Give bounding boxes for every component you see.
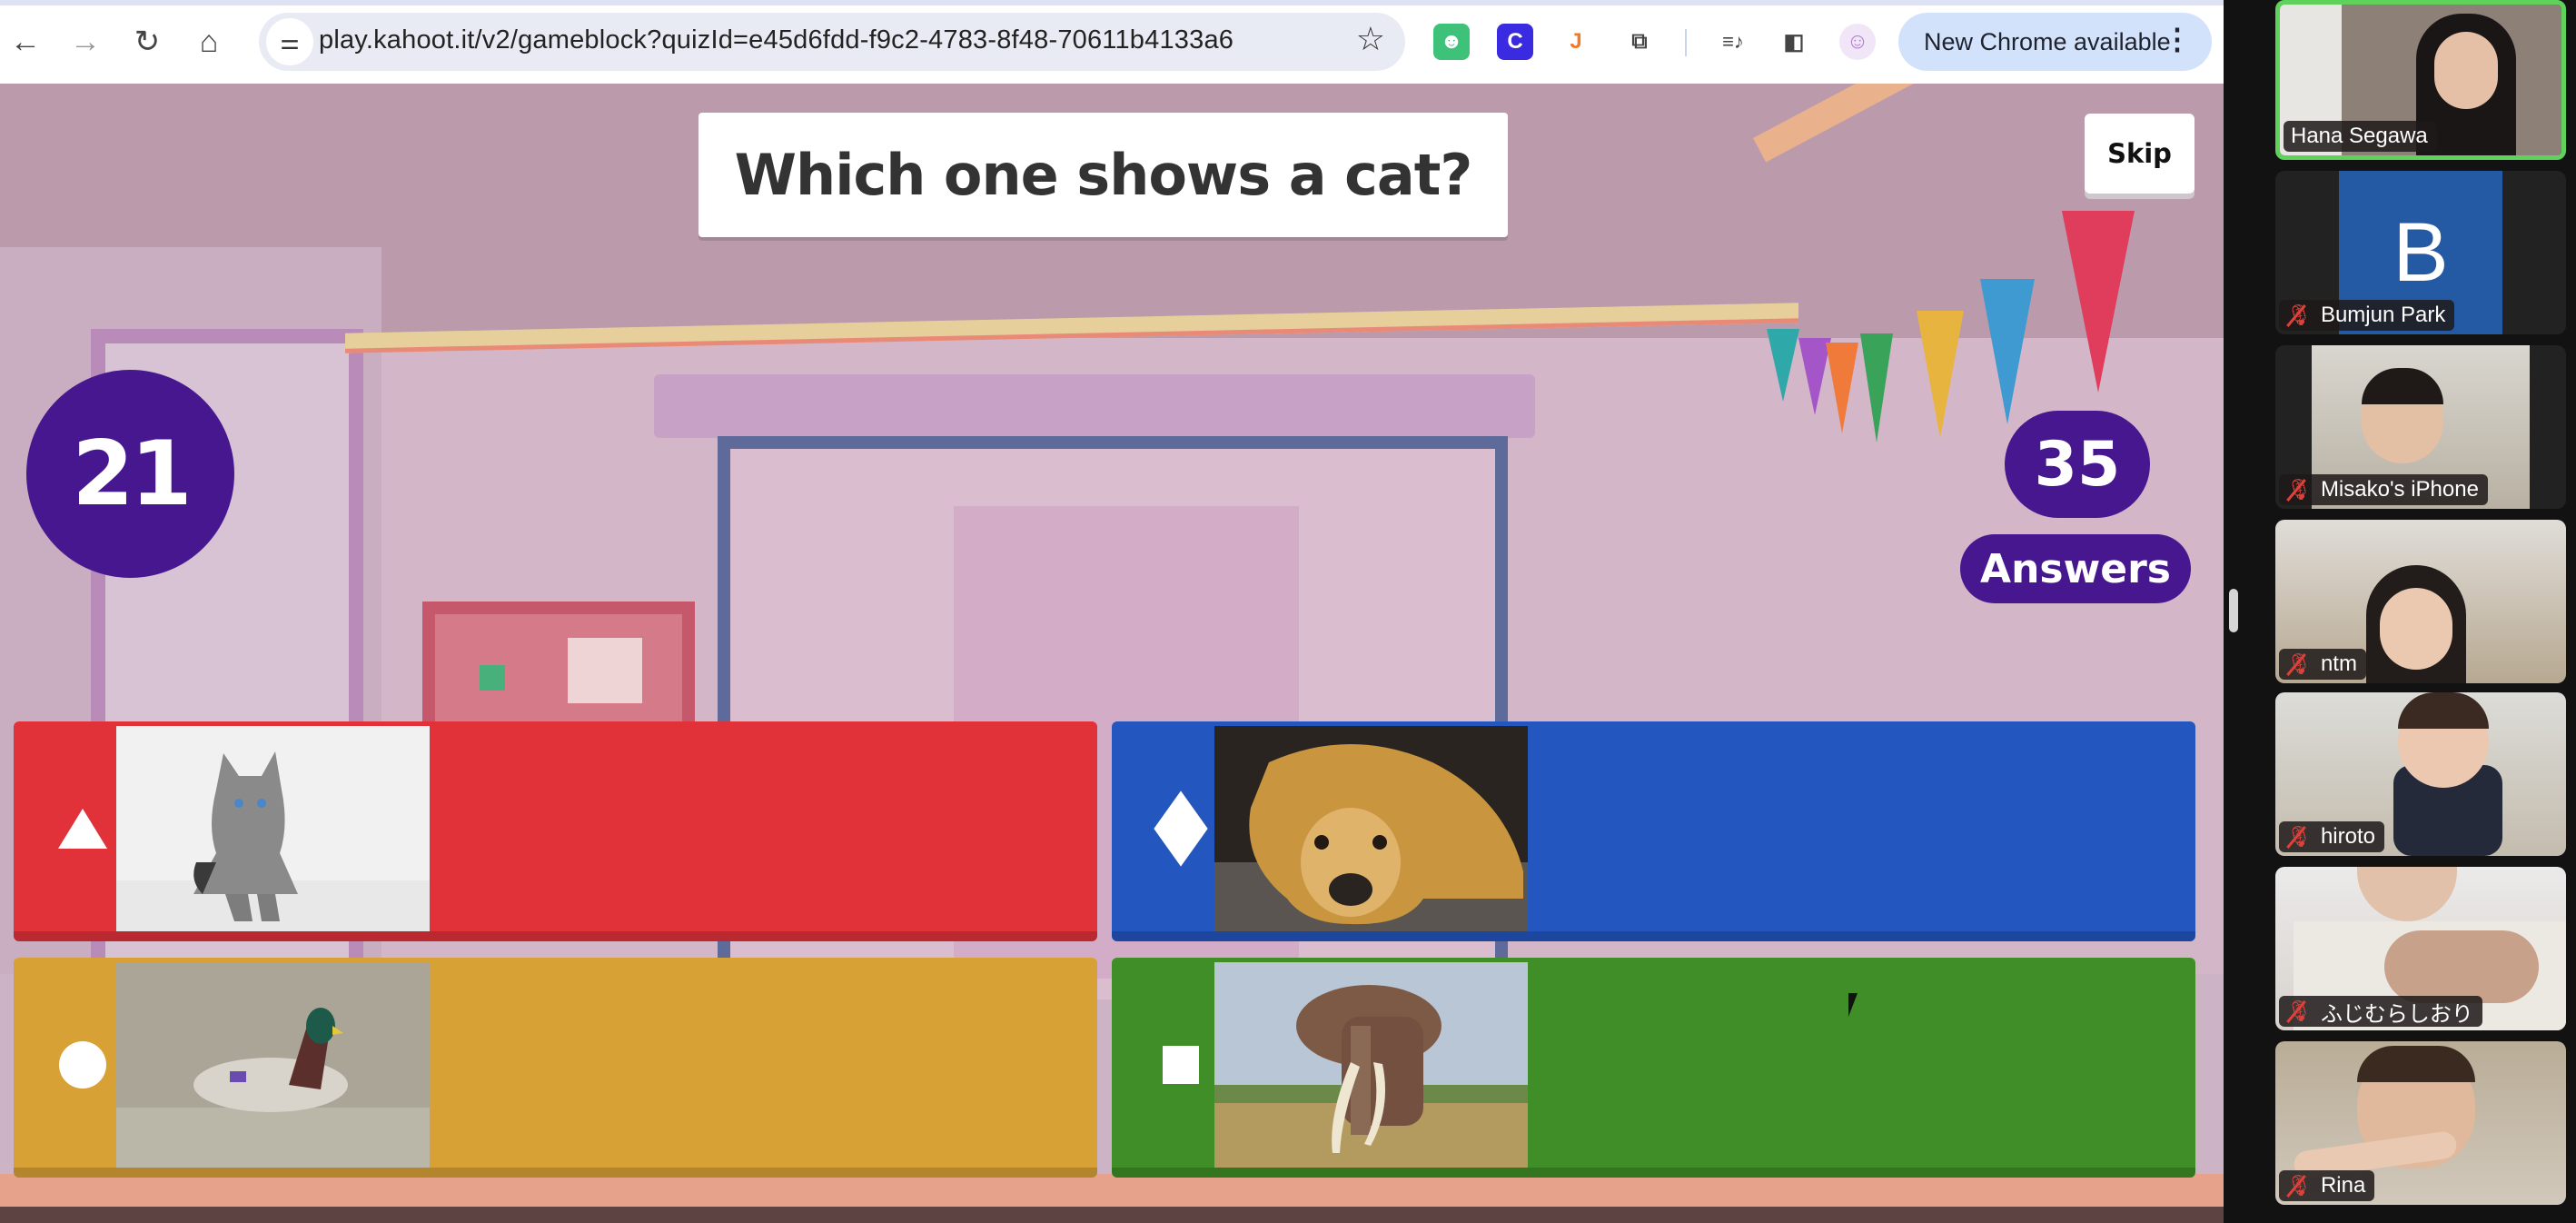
dog-image [1214,726,1528,931]
duck-image [116,962,430,1168]
participant-name: Bumjun Park [2320,303,2446,327]
participant-name-label: 🎙 hiroto [2279,821,2384,852]
chrome-menu-icon[interactable]: ⋮ [2163,22,2192,56]
participant-name: Rina [2320,1173,2366,1198]
participant-name: ntm [2320,651,2357,676]
bunting-flag [1917,311,1964,438]
participant-tile[interactable]: 🎙 ntm [2275,520,2566,683]
url-text[interactable]: play.kahoot.it/v2/gameblock?quizId=e45d6… [319,25,1234,55]
background-note [568,638,642,703]
answers-label: Answers [1960,534,2191,603]
participant-name: ふじむらしおり [2320,1000,2473,1027]
tile-shadow [14,931,1097,941]
sidebar-resize-handle[interactable] [2229,589,2238,632]
participant-name: Misako's iPhone [2320,477,2479,502]
triangle-icon [54,800,111,857]
participant-name: Hana Segawa [2291,124,2428,148]
answer-count: 35 [2005,411,2150,518]
reload-icon[interactable]: ↻ [125,20,169,64]
participant-tile[interactable]: Hana Segawa [2275,0,2566,160]
hook-extension-icon[interactable]: J [1558,24,1594,60]
participant-tile[interactable]: 🎙 Misako's iPhone [2275,345,2566,509]
profile-avatar-icon[interactable]: ☺ [1839,24,1876,60]
bookmark-star-icon[interactable]: ☆ [1356,20,1385,58]
background-sticker [480,665,505,691]
tab-strip[interactable] [0,0,2224,5]
toolbar-divider [1685,29,1687,56]
elephant-image [1214,962,1528,1168]
muted-mic-icon: 🎙 [2286,303,2312,326]
participant-tile[interactable]: 🎙 hiroto [2275,692,2566,856]
participant-tile[interactable]: B 🎙 Bumjun Park [2275,171,2566,334]
browser-toolbar: ← → ↻ ⌂ ⚌ play.kahoot.it/v2/gameblock?qu… [0,0,2224,84]
bunting-flag [1860,333,1893,442]
participant-name-label: 🎙 Rina [2279,1170,2375,1201]
question-text: Which one shows a cat? [734,142,1473,208]
media-controls-icon[interactable]: ≡♪ [1715,24,1751,60]
answer-tile-square[interactable] [1112,958,2195,1178]
home-icon[interactable]: ⌂ [187,20,231,64]
question-box: Which one shows a cat? [698,113,1508,237]
skip-button[interactable]: Skip [2085,114,2195,194]
answer-tile-diamond[interactable] [1112,721,2195,941]
participants-sidebar: Hana Segawa B 🎙 Bumjun Park 🎙 Misako's iPh… [2224,0,2576,1223]
muted-mic-icon: 🎙 [2286,652,2312,675]
answer-tile-triangle[interactable] [14,721,1097,941]
muted-mic-icon: 🎙 [2286,999,2312,1022]
participant-tile[interactable]: 🎙 Rina [2275,1041,2566,1205]
address-bar[interactable]: ⚌ play.kahoot.it/v2/gameblock?quizId=e45… [259,13,1405,71]
canva-extension-icon[interactable]: C [1497,24,1533,60]
participant-tile[interactable]: 🎙 ふじむらしおり [2275,867,2566,1030]
mouse-cursor-icon [1848,993,1858,1017]
diamond-icon [1153,790,1209,867]
muted-mic-icon: 🎙 [2286,478,2312,501]
forward-icon[interactable]: → [64,20,107,64]
bunting-flag [1826,343,1858,433]
square-icon [1153,1037,1209,1093]
bunting-flag [2062,211,2135,393]
background-blind [654,374,1535,438]
muted-mic-icon: 🎙 [2286,825,2312,848]
bottom-bar [0,1207,2224,1223]
tile-shadow [1112,1168,2195,1178]
browser-window: ← → ↻ ⌂ ⚌ play.kahoot.it/v2/gameblock?qu… [0,0,2224,1223]
extensions-puzzle-icon[interactable]: ⧉ [1621,24,1658,60]
participant-name-label: 🎙 ふじむらしおり [2279,996,2482,1027]
new-chrome-available-button[interactable]: New Chrome available ⋮ [1898,13,2212,71]
muted-mic-icon: 🎙 [2286,1174,2312,1197]
participant-name-label: 🎙 Bumjun Park [2279,300,2455,331]
answer-tile-circle[interactable] [14,958,1097,1178]
back-icon[interactable]: ← [4,20,47,64]
background-floor [0,1174,2224,1210]
tile-shadow [14,1168,1097,1178]
bunting-flag [1767,329,1799,402]
site-info-icon[interactable]: ⚌ [266,18,313,65]
participant-name-label: 🎙 Misako's iPhone [2279,474,2488,505]
grammarly-extension-icon[interactable]: ☻ [1433,24,1470,60]
participant-name-label: Hana Segawa [2284,121,2437,152]
bunting-flag [1980,279,2035,424]
kahoot-game-area: Which one shows a cat? Skip 21 35 Answer… [0,84,2224,1223]
countdown-timer: 21 [26,370,234,578]
cat-image [116,726,430,931]
participant-name-label: 🎙 ntm [2279,649,2366,680]
new-chrome-label: New Chrome available [1924,27,2171,55]
circle-icon [54,1037,111,1093]
side-panel-icon[interactable]: ◧ [1776,24,1812,60]
tile-shadow [1112,931,2195,941]
participant-name: hiroto [2320,824,2375,849]
